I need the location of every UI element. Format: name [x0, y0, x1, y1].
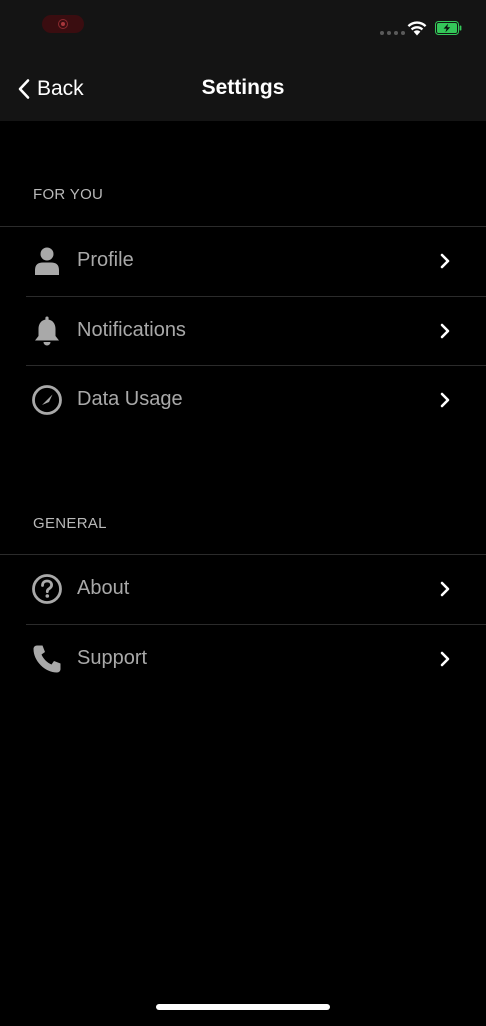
settings-row-label: Support [77, 647, 148, 669]
settings-row-label: About [77, 577, 130, 599]
chevron-right-icon [440, 581, 450, 597]
chevron-right-icon [440, 392, 450, 408]
settings-row-label: Data Usage [77, 388, 183, 410]
bell-icon [31, 315, 63, 347]
settings-row-support[interactable]: Support [0, 625, 486, 694]
gauge-icon [31, 384, 63, 416]
section-header-for-you: FOR YOU [33, 186, 104, 203]
settings-row-data-usage[interactable]: Data Usage [0, 366, 486, 435]
page-title: Settings [201, 76, 285, 99]
cellular-signal-icon [380, 31, 405, 35]
settings-row-label: Notifications [77, 319, 186, 341]
settings-row-profile[interactable]: Profile [0, 227, 486, 296]
settings-row-label: Profile [77, 249, 134, 271]
chevron-right-icon [440, 651, 450, 667]
chevron-right-icon [440, 323, 450, 339]
record-icon [58, 19, 68, 29]
section-header-general: GENERAL [33, 515, 107, 532]
person-icon [31, 245, 63, 277]
screen-recording-indicator [42, 15, 84, 33]
wifi-icon [407, 21, 427, 36]
home-indicator[interactable] [156, 1004, 330, 1010]
settings-row-about[interactable]: About [0, 555, 486, 624]
phone-icon [31, 643, 63, 675]
status-bar [0, 0, 486, 50]
battery-charging-icon [435, 21, 462, 35]
settings-row-notifications[interactable]: Notifications [0, 297, 486, 366]
navigation-bar: Back Settings [0, 50, 486, 121]
question-circle-icon [31, 573, 63, 605]
chevron-right-icon [440, 253, 450, 269]
